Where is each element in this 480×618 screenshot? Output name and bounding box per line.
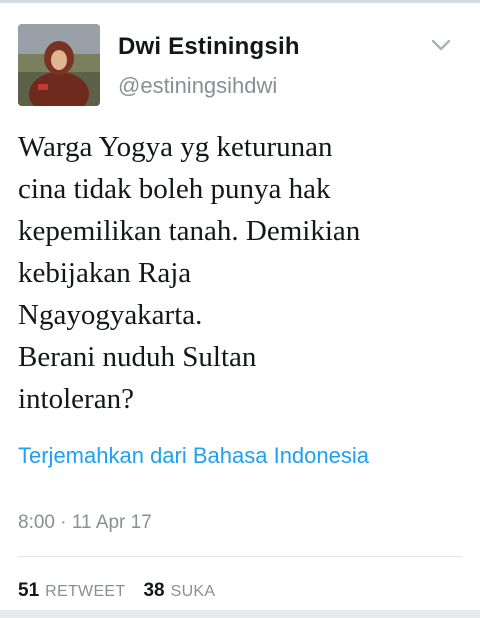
like-stat[interactable]: 38 SUKA: [143, 580, 215, 602]
tweet-stats: 51 RETWEET 38 SUKA: [18, 580, 215, 602]
bottom-divider: [0, 610, 480, 618]
translate-link[interactable]: Terjemahkan dari Bahasa Indonesia: [18, 443, 369, 469]
tweet-timestamp[interactable]: 8:00 · 11 Apr 17: [18, 512, 152, 534]
author-display-name[interactable]: Dwi Estiningsih: [118, 33, 300, 61]
like-count: 38: [143, 580, 165, 601]
avatar[interactable]: [18, 24, 100, 106]
retweet-stat[interactable]: 51 RETWEET: [18, 580, 125, 602]
retweet-count: 51: [18, 580, 40, 601]
like-label: SUKA: [170, 583, 216, 600]
author-handle[interactable]: @estiningsihdwi: [118, 73, 277, 99]
stats-divider: [18, 556, 462, 557]
chevron-down-icon[interactable]: [430, 36, 452, 54]
avatar-photo: [18, 24, 100, 106]
retweet-label: RETWEET: [45, 583, 126, 600]
tweet-text: Warga Yogya yg keturunan cina tidak bole…: [18, 131, 361, 415]
top-divider: [0, 0, 480, 3]
